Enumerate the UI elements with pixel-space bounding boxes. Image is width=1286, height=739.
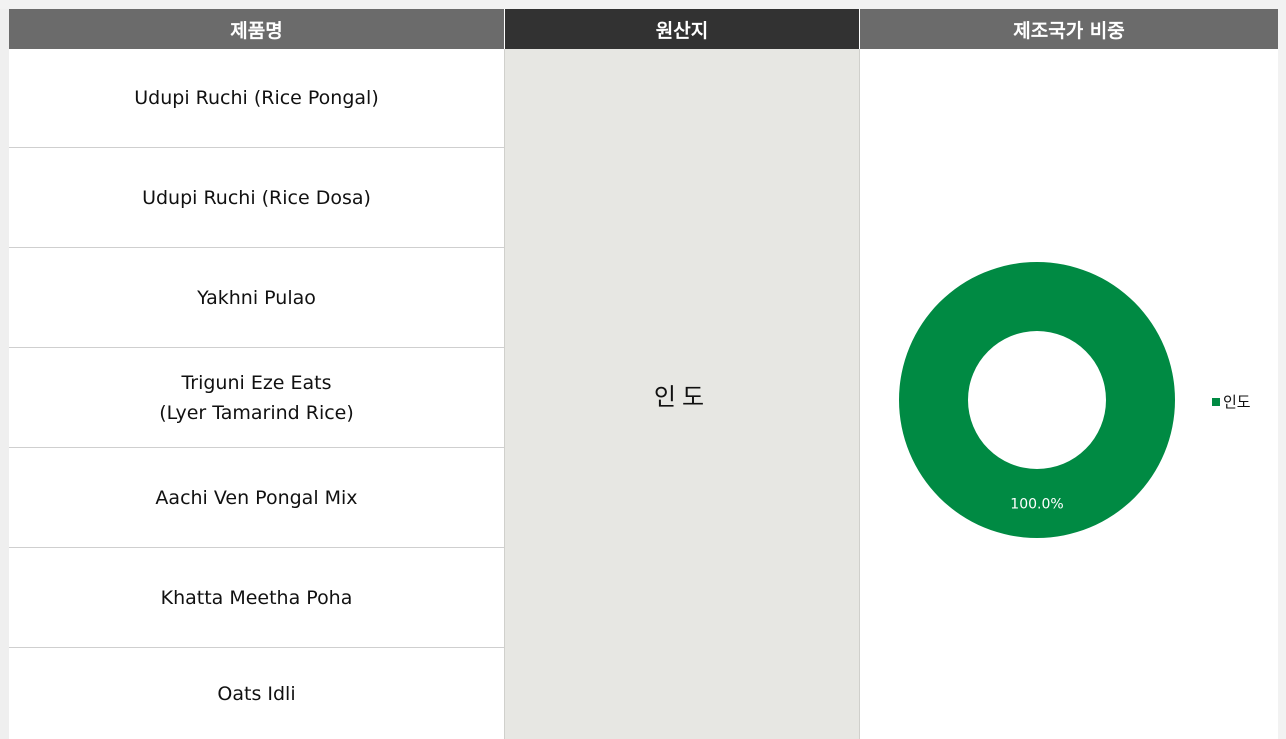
- legend-swatch: [1212, 397, 1220, 406]
- origin-cell: 인도: [504, 49, 860, 739]
- left-border-strip: [0, 9, 9, 739]
- product-row: Udupi Ruchi (Rice Dosa): [9, 149, 504, 248]
- chart-legend: 인도: [1212, 391, 1251, 412]
- product-row: Oats Idli: [217, 683, 296, 705]
- origin-value: 인도: [653, 382, 711, 411]
- page: 제품명 원산지 제조국가 비중 Udupi Ruchi (Rice Pongal…: [0, 0, 1286, 739]
- top-border-strip: [0, 0, 1286, 9]
- product-row: Khatta Meetha Poha: [9, 549, 504, 648]
- donut-data-label: 100.0%: [1010, 497, 1063, 513]
- product-row: Yakhni Pulao: [9, 249, 504, 348]
- product-row: Udupi Ruchi (Rice Pongal): [9, 49, 504, 148]
- header-origin: 원산지: [505, 9, 859, 49]
- header-country-share: 제조국가 비중: [860, 9, 1278, 49]
- product-row: Triguni Eze Eats (Lyer Tamarind Rice): [9, 349, 504, 448]
- right-border-strip: [1278, 9, 1286, 739]
- legend-label: 인도: [1223, 393, 1251, 411]
- country-share-chart: 100.0% 인도: [860, 49, 1278, 739]
- header-product-name: 제품명: [9, 9, 504, 49]
- product-row: Aachi Ven Pongal Mix: [9, 449, 504, 548]
- product-list: Udupi Ruchi (Rice Pongal) Udupi Ruchi (R…: [9, 49, 504, 739]
